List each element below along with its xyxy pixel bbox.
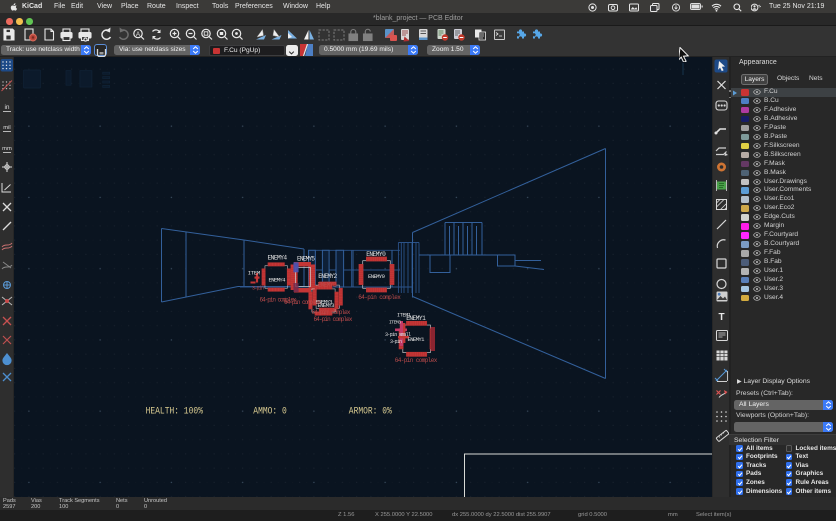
svg-text:ENEMY4: ENEMY4	[268, 255, 288, 262]
svg-text:64-pin complex: 64-pin complex	[395, 357, 438, 364]
svg-text:mil: mil	[3, 125, 10, 131]
svg-text:in: in	[4, 104, 9, 111]
svg-text:HEALTH: 100%: HEALTH: 100%	[146, 406, 204, 418]
svg-text:64-pin complex: 64-pin complex	[358, 294, 401, 301]
svg-text:ITEM1: ITEM1	[397, 313, 411, 319]
svg-text:T: T	[718, 312, 724, 323]
svg-text:3-pin small: 3-pin small	[385, 332, 411, 338]
svg-text:64-pin complex: 64-pin complex	[312, 309, 351, 316]
svg-text:64-pin complex: 64-pin complex	[284, 299, 321, 306]
svg-text:ENEMY2: ENEMY2	[318, 281, 337, 288]
svg-text:ITEM: ITEM	[248, 271, 260, 277]
svg-text:A: A	[136, 32, 140, 38]
svg-text:ENEMY2: ENEMY2	[318, 273, 337, 280]
svg-text:ITEM3: ITEM3	[389, 320, 401, 326]
svg-text:3-pin: 3-pin	[252, 286, 264, 292]
svg-text:ENEMY0: ENEMY0	[366, 251, 386, 258]
svg-text:mm: mm	[2, 146, 12, 152]
svg-text:AMMO: 0: AMMO: 0	[253, 406, 286, 418]
svg-text:ENEMY5: ENEMY5	[297, 256, 315, 263]
svg-text:3-pin: 3-pin	[390, 339, 402, 345]
svg-text:ENEMY0: ENEMY0	[368, 273, 386, 280]
svg-text:ENEMY4: ENEMY4	[269, 276, 287, 283]
svg-text:64-pin complex: 64-pin complex	[314, 316, 353, 323]
svg-text:ARMOR: 0%: ARMOR: 0%	[349, 406, 393, 418]
